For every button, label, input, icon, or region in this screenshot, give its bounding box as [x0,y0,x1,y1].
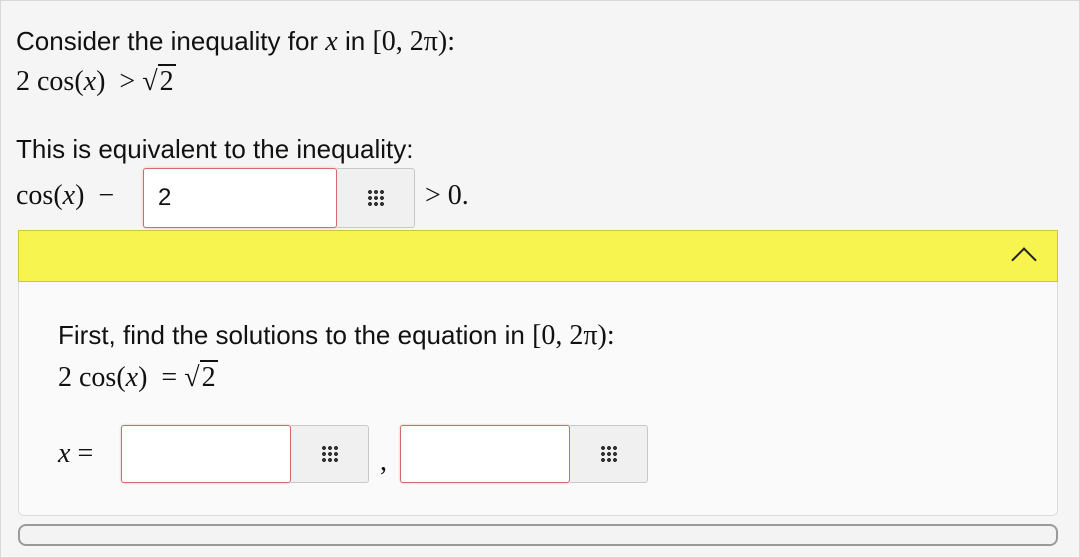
eq-radicand: 2 [199,360,218,393]
grid-keypad-icon [599,445,618,463]
intro-text: Consider the inequality for [16,26,319,56]
keypad-button-2[interactable] [291,425,369,483]
eq-coef: 2 [58,362,72,393]
hint-toggle-bar[interactable] [18,230,1058,282]
equiv-lhs: cos(x) − [16,180,115,211]
sqrt-radicand: 2 [157,64,176,97]
ineq-coef: 2 [16,66,30,97]
next-step-bar[interactable] [18,524,1058,546]
ineq-x: x [83,66,97,97]
chevron-up-icon[interactable] [1011,247,1037,273]
inequality-line: 2 cos(x) > √2 [16,64,176,97]
solution-separator: , [380,446,387,477]
eq-sqrt: √2 [184,360,218,393]
sol-x: x [58,438,71,469]
grid-keypad-icon [320,445,339,463]
step-text: First, find the solutions to the equatio… [58,320,525,350]
solution-2-input[interactable] [400,425,570,483]
ineq-cos: cos [37,66,75,97]
equation-line: 2 cos(x) = √2 [58,360,218,393]
keypad-button-1[interactable] [337,168,415,228]
equiv-answer-input[interactable] [143,168,337,228]
equiv-minus: − [98,180,115,211]
ineq-op: > [119,66,136,97]
equiv-x: x [62,180,76,211]
step-interval: [0, 2π): [532,320,615,351]
eq-x: x [125,362,139,393]
grid-keypad-icon [366,189,385,207]
solution-1-input[interactable] [121,425,291,483]
equiv-rhs: > 0. [425,180,469,211]
solution-label: x = [58,438,93,470]
variable-x: x [325,26,338,57]
sol-eq: = [77,438,94,469]
in-word: in [344,26,366,56]
eq-cos: cos [79,362,117,393]
equiv-cos: cos [16,180,54,211]
sqrt-expression: √2 [142,64,176,97]
keypad-button-3[interactable] [570,425,648,483]
interval: [0, 2π): [372,26,456,57]
equivalent-text: This is equivalent to the inequality: [16,134,414,164]
step-line: First, find the solutions to the equatio… [58,320,615,352]
eq-op: = [161,362,178,393]
intro-line: Consider the inequality for x in [0, 2π)… [16,26,455,58]
